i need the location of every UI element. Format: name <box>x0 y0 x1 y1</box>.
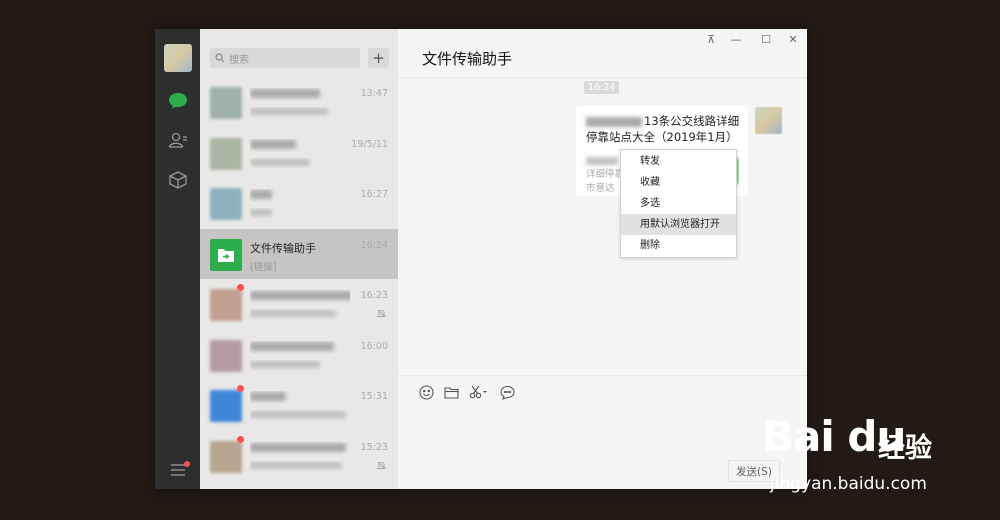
list-item[interactable]: 16:00 <box>200 330 398 381</box>
message-timestamp: 16:24 <box>584 81 620 94</box>
nav-sidebar <box>155 29 200 489</box>
search-input[interactable]: 搜索 <box>210 48 360 68</box>
session-preview <box>250 158 360 169</box>
session-time: 16:24 <box>360 239 388 251</box>
unread-badge <box>237 284 244 291</box>
session-time: 16:00 <box>360 340 388 352</box>
list-item[interactable]: 16:27 <box>200 178 398 229</box>
session-name <box>250 341 350 354</box>
session-name <box>250 189 350 202</box>
wechat-window: 搜索 + 13:47 19/5/11 16:27 文件传输助手 [链接] 16:24 16:… <box>155 29 807 489</box>
menu-item-open-in-browser[interactable]: 用默认浏览器打开 <box>621 214 736 235</box>
header-divider <box>398 77 807 78</box>
session-time: 15:23 <box>360 441 388 453</box>
menu-badge <box>184 461 190 467</box>
unread-badge <box>237 385 244 392</box>
menu-item-favorite[interactable]: 收藏 <box>621 172 736 193</box>
menu-item-multiselect[interactable]: 多选 <box>621 193 736 214</box>
session-items: 13:47 19/5/11 16:27 文件传输助手 [链接] 16:24 16:23 16:… <box>200 77 398 481</box>
session-name <box>250 88 350 101</box>
scissors-icon[interactable] <box>468 384 490 400</box>
avatar <box>210 137 242 170</box>
avatar <box>210 87 242 119</box>
chat-title: 文件传输助手 <box>422 50 513 68</box>
list-item[interactable]: 15:31 <box>200 380 398 431</box>
watermark-url: jingyan.baidu.com <box>770 474 927 494</box>
session-preview <box>250 360 360 371</box>
link-card-title: 13条公交线路详细停靠站点大全（2019年1月） <box>586 114 740 144</box>
avatar <box>210 440 242 473</box>
pin-icon[interactable]: ⊼ <box>704 33 718 46</box>
session-name <box>250 391 350 404</box>
chat-icon[interactable] <box>167 90 189 112</box>
session-preview <box>250 309 360 320</box>
chat-panel: 文件传输助手 ⊼ — ☐ ✕ 16:24 13条公交线路详细停靠站点大全（201… <box>398 29 807 489</box>
maximize-icon[interactable]: ☐ <box>759 33 773 46</box>
list-item[interactable]: 15:23 <box>200 431 398 482</box>
session-name <box>250 290 350 303</box>
folder-icon[interactable] <box>443 384 459 400</box>
session-name <box>250 442 350 455</box>
avatar <box>210 188 242 220</box>
session-preview <box>250 461 360 472</box>
session-preview <box>250 410 360 421</box>
session-preview: [链接] <box>250 261 277 273</box>
avatar <box>210 289 242 321</box>
avatar <box>210 339 242 372</box>
chat-bubble-icon[interactable] <box>499 384 515 400</box>
minimize-icon[interactable]: — <box>729 33 743 46</box>
favorites-icon[interactable] <box>167 169 189 191</box>
session-preview <box>250 107 360 118</box>
watermark-text: 经验 <box>878 433 932 464</box>
session-name <box>250 139 350 152</box>
session-time: 15:31 <box>360 391 388 402</box>
list-item[interactable]: 19/5/11 <box>200 128 398 179</box>
emoji-icon[interactable] <box>418 384 434 400</box>
search-icon <box>215 53 225 63</box>
composer-divider <box>398 375 807 376</box>
composer-toolbar <box>418 384 515 400</box>
contacts-icon[interactable] <box>167 129 189 151</box>
unread-badge <box>237 435 244 443</box>
menu-item-delete[interactable]: 删除 <box>621 235 736 256</box>
avatar <box>210 390 242 422</box>
my-avatar[interactable] <box>164 44 192 72</box>
session-time: 13:47 <box>360 88 388 99</box>
session-time: 19/5/11 <box>351 138 388 150</box>
list-item[interactable]: 文件传输助手 [链接] 16:24 <box>200 228 398 279</box>
close-icon[interactable]: ✕ <box>786 33 800 46</box>
context-menu: 转发 收藏 多选 用默认浏览器打开 删除 <box>620 149 737 258</box>
avatar[interactable] <box>755 107 782 134</box>
add-button[interactable]: + <box>368 48 389 68</box>
avatar <box>210 238 242 271</box>
session-time: 16:23 <box>360 290 388 301</box>
session-list: 搜索 + 13:47 19/5/11 16:27 文件传输助手 [链接] 16:24 16:… <box>200 29 398 489</box>
session-preview <box>250 208 360 219</box>
baidu-jingyan-watermark: Bai du 经验 jingyan.baidu.com <box>762 412 962 502</box>
list-item[interactable]: 13:47 <box>200 77 398 128</box>
session-time: 16:27 <box>360 189 388 200</box>
session-name: 文件传输助手 <box>250 241 316 255</box>
menu-item-forward[interactable]: 转发 <box>621 151 736 172</box>
mute-icon <box>376 309 387 321</box>
mute-icon <box>376 461 387 473</box>
list-item[interactable]: 16:23 <box>200 279 398 330</box>
search-placeholder: 搜索 <box>229 54 249 66</box>
